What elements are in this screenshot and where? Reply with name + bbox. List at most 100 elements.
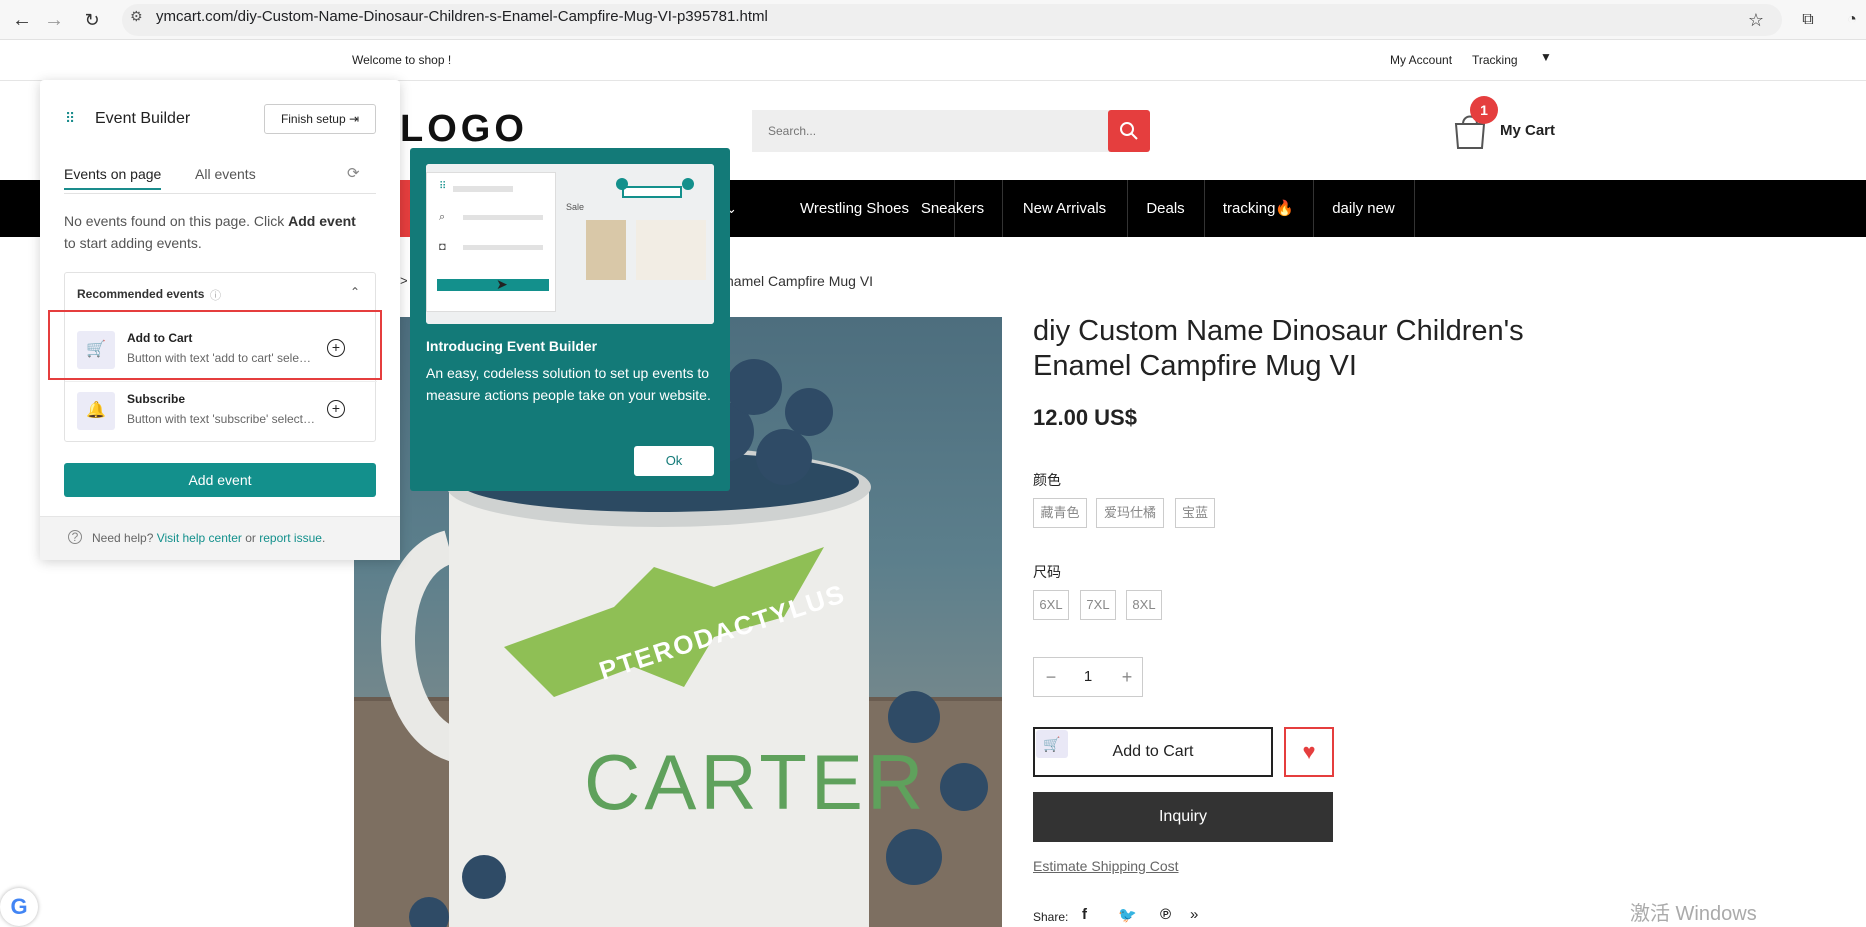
- intro-preview-image: ⠿ ⌕ ◘ Sale ➤: [426, 164, 714, 324]
- preview-bag-icon: ◘: [439, 241, 446, 253]
- site-logo[interactable]: LOGO: [400, 108, 528, 151]
- exit-icon: ⇥: [348, 112, 360, 126]
- tab-events-on-page[interactable]: Events on page: [64, 166, 162, 190]
- nav-item-sneakers[interactable]: Sneakers: [903, 180, 1003, 237]
- size-option[interactable]: 7XL: [1080, 590, 1116, 620]
- info-icon[interactable]: ⓘ: [210, 287, 221, 303]
- my-account-link[interactable]: My Account: [1390, 53, 1452, 67]
- refresh-icon[interactable]: ⟳: [347, 164, 360, 182]
- ok-button[interactable]: Ok: [634, 446, 714, 476]
- more-share-icon[interactable]: »: [1190, 906, 1198, 923]
- tracking-link[interactable]: Tracking: [1472, 53, 1518, 67]
- no-events-message: No events found on this page. Click Add …: [64, 210, 364, 254]
- highlight-box: [48, 310, 382, 380]
- report-issue-link[interactable]: report issue: [259, 531, 322, 545]
- search-icon: [1120, 122, 1138, 140]
- windows-activation-watermark: 激活 Windows: [1630, 903, 1757, 925]
- preview-check-icon: [682, 178, 694, 190]
- color-option[interactable]: 宝蓝: [1175, 498, 1215, 528]
- size-option[interactable]: 6XL: [1033, 590, 1069, 620]
- recommended-events-title: Recommended events: [77, 287, 205, 301]
- color-option[interactable]: 爱玛仕橘: [1096, 498, 1164, 528]
- wishlist-heart-icon[interactable]: ♥: [1284, 727, 1334, 777]
- google-icon[interactable]: G: [0, 888, 38, 926]
- event-builder-title: Event Builder: [95, 110, 191, 127]
- preview-panel: ⠿ ⌕ ◘: [426, 172, 556, 312]
- preview-line: [453, 186, 513, 192]
- cart-count-badge: 1: [1470, 96, 1498, 124]
- color-label: 颜色: [1033, 472, 1061, 488]
- help-prefix: Need help?: [92, 531, 157, 545]
- cursor-icon: ➤: [496, 276, 508, 292]
- recommended-event-item[interactable]: 🔔 Subscribe Button with text 'subscribe'…: [65, 381, 377, 441]
- nav-item-deals[interactable]: Deals: [1127, 180, 1205, 237]
- breadcrumb-separator: >: [400, 273, 408, 288]
- qty-input[interactable]: 1: [1068, 658, 1108, 696]
- preview-product: [636, 220, 706, 280]
- extensions-icon[interactable]: ⧉: [1794, 6, 1822, 34]
- intro-title: Introducing Event Builder: [426, 338, 598, 354]
- tab-all-events[interactable]: All events: [195, 166, 256, 182]
- inquiry-button[interactable]: Inquiry: [1033, 792, 1333, 842]
- size-label: 尺码: [1033, 564, 1061, 580]
- preview-search-highlight: [622, 186, 682, 198]
- bookmark-star-icon[interactable]: ☆: [1742, 6, 1770, 34]
- facebook-icon[interactable]: f: [1082, 906, 1087, 923]
- help-text: Need help? Visit help center or report i…: [92, 531, 325, 545]
- preview-product: [586, 220, 626, 280]
- chevron-up-icon[interactable]: ⌃: [350, 285, 360, 299]
- help-center-link[interactable]: Visit help center: [157, 531, 242, 545]
- forward-icon[interactable]: →: [40, 6, 68, 34]
- nav-item-daily-new[interactable]: daily new: [1313, 180, 1415, 237]
- back-icon[interactable]: ←: [8, 6, 36, 34]
- preview-drag-icon: ⠿: [439, 181, 447, 192]
- event-cart-icon: 🛒: [1036, 730, 1068, 758]
- cart-label[interactable]: My Cart: [1500, 122, 1555, 139]
- browser-toolbar: ← → ↻ ⚙ ymcart.com/diy-Custom-Name-Dinos…: [0, 0, 1866, 40]
- product-title: diy Custom Name Dinosaur Children's Enam…: [1033, 315, 1524, 382]
- top-bar: Welcome to shop ! My Account Tracking ▼: [0, 40, 1866, 81]
- help-footer: ? Need help? Visit help center or report…: [40, 516, 400, 560]
- size-option[interactable]: 8XL: [1126, 590, 1162, 620]
- help-end: .: [321, 531, 326, 545]
- search-input[interactable]: [752, 110, 1110, 152]
- preview-line: [463, 215, 543, 220]
- event-item-name: Subscribe: [127, 392, 186, 406]
- breadcrumb-current: namel Campfire Mug VI: [726, 273, 874, 289]
- color-option[interactable]: 藏青色: [1033, 498, 1087, 528]
- product-price: 12.00 US$: [1033, 405, 1137, 430]
- reload-icon[interactable]: ↻: [78, 6, 106, 34]
- profile-icon[interactable]: ◔: [1838, 6, 1866, 34]
- qty-increase-button[interactable]: +: [1112, 658, 1142, 696]
- search-button[interactable]: [1108, 110, 1150, 152]
- nav-item-tracking[interactable]: tracking🔥: [1204, 180, 1314, 237]
- twitter-icon[interactable]: 🐦: [1118, 906, 1137, 924]
- tabs-divider: [64, 193, 376, 194]
- url-text[interactable]: ymcart.com/diy-Custom-Name-Dinosaur-Chil…: [156, 8, 768, 25]
- qty-decrease-button[interactable]: −: [1036, 658, 1066, 696]
- intro-popup: ⠿ ⌕ ◘ Sale ➤ Introducing Event Builder A…: [410, 148, 730, 491]
- bell-icon: 🔔: [77, 392, 115, 430]
- intro-body: An easy, codeless solution to set up eve…: [426, 365, 711, 403]
- site-info-icon[interactable]: ⚙: [130, 8, 148, 26]
- add-circle-icon[interactable]: +: [327, 400, 345, 418]
- preview-check-icon: [616, 178, 628, 190]
- estimate-shipping-link[interactable]: Estimate Shipping Cost: [1033, 858, 1179, 874]
- pinterest-icon[interactable]: ℗: [1160, 906, 1171, 923]
- add-event-button[interactable]: Add event: [64, 463, 376, 497]
- search-box: [752, 110, 1110, 152]
- caret-down-icon[interactable]: ▼: [1540, 50, 1552, 64]
- finish-setup-button[interactable]: Finish setup ⇥: [264, 104, 376, 134]
- add-to-cart-button[interactable]: Add to Cart: [1033, 727, 1273, 777]
- preview-search-icon: ⌕: [439, 211, 446, 223]
- finish-setup-label: Finish setup: [280, 112, 346, 126]
- no-events-prefix: No events found on this page. Click: [64, 213, 289, 229]
- event-builder-panel: ⠿ Event Builder Finish setup ⇥ Events on…: [40, 80, 400, 560]
- preview-line: [463, 245, 543, 250]
- help-icon: ?: [68, 530, 82, 544]
- mug-name-text: CARTER: [584, 738, 928, 826]
- nav-active-indicator: [400, 180, 410, 237]
- quantity-stepper: − 1 +: [1033, 657, 1143, 697]
- drag-handle-icon[interactable]: ⠿: [65, 110, 75, 127]
- nav-item-new-arrivals[interactable]: New Arrivals: [1002, 180, 1128, 237]
